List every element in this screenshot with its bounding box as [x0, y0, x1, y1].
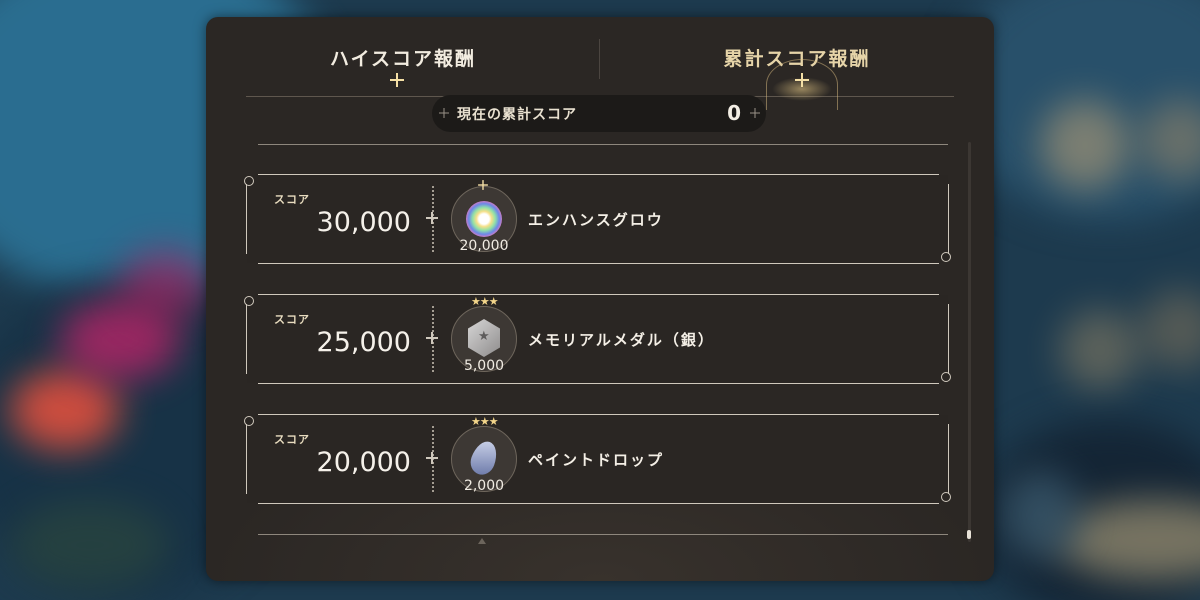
scroll-up-indicator-icon [478, 538, 486, 544]
star-icon: ★ [478, 329, 490, 344]
reward-row: スコア 30,000 20,000 エンハンスグロウ [244, 174, 951, 264]
tab-high-score-label: ハイスコア報酬 [329, 47, 477, 70]
reward-quantity: 20,000 [459, 238, 509, 254]
rainbow-orb-icon [466, 201, 502, 237]
paint-drop-icon [466, 437, 502, 479]
scrollbar-thumb[interactable] [967, 530, 971, 539]
list-top-divider [258, 144, 948, 145]
sparkle-icon [426, 452, 438, 464]
sparkle-icon [426, 212, 438, 224]
reward-name: ペイントドロップ [528, 451, 665, 469]
score-label: スコア [274, 433, 310, 446]
scrollbar[interactable] [968, 142, 971, 542]
reward-quantity: 5,000 [463, 358, 505, 374]
reward-tabs: ハイスコア報酬 累計スコア報酬 [206, 17, 994, 110]
score-threshold: 30,000 [316, 207, 411, 238]
reward-row: スコア 20,000 ★★★ 2,000 ペイントドロップ [244, 414, 951, 504]
reward-row: スコア 25,000 ★ ★★★ 5,000 メモリアルメダル（銀） [244, 294, 951, 384]
reward-quantity: 2,000 [463, 478, 505, 494]
current-total-score: 現在の累計スコア 0 [432, 95, 766, 132]
score-threshold: 20,000 [316, 447, 411, 478]
sparkle-icon [426, 332, 438, 344]
tab-active-sparkle-icon [390, 73, 404, 87]
reward-panel: ハイスコア報酬 累計スコア報酬 現在の累計スコア 0 スコア 30,000 20… [206, 17, 994, 581]
sparkle-icon [439, 108, 449, 118]
score-threshold: 25,000 [316, 327, 411, 358]
sparkle-icon [478, 180, 488, 190]
current-total-label: 現在の累計スコア [457, 107, 577, 123]
score-label: スコア [274, 313, 310, 326]
rarity-stars: ★★★ [471, 415, 499, 428]
reward-name: メモリアルメダル（銀） [528, 331, 715, 349]
reward-name: エンハンスグロウ [528, 211, 664, 229]
current-total-value: 0 [727, 101, 741, 125]
tab-sparkle-icon [795, 73, 809, 87]
list-bottom-divider [258, 534, 948, 535]
sparkle-icon [750, 108, 760, 118]
score-label: スコア [274, 193, 310, 206]
rarity-stars: ★★★ [471, 295, 499, 308]
